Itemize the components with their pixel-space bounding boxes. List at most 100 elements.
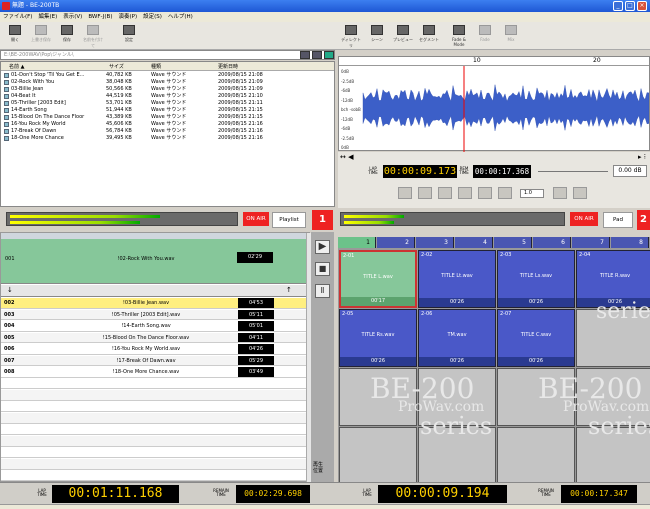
maximize-button[interactable]: □ (625, 1, 635, 11)
pad-tab[interactable]: 3 (416, 237, 454, 248)
pad-tab[interactable]: 6 (533, 237, 571, 248)
open-button[interactable]: 開く (4, 24, 26, 48)
fade-out-icon[interactable] (573, 187, 587, 199)
pad-tab[interactable]: 8 (611, 237, 649, 248)
empty-row[interactable] (1, 447, 306, 458)
gain-slider[interactable] (538, 171, 608, 172)
prev-icon[interactable] (398, 187, 412, 199)
pad-card[interactable]: 2-06 TM.wav 00'26 (418, 309, 496, 367)
zoom-arrows-icon[interactable]: ↔ ◀ (340, 153, 353, 161)
empty-pad[interactable] (418, 427, 496, 485)
empty-pad[interactable] (497, 427, 575, 485)
fade-mode-button[interactable]: Fade & Mode (448, 24, 470, 48)
empty-row[interactable] (1, 470, 306, 481)
col-date[interactable]: 更新日時 (218, 63, 238, 70)
pad-tab[interactable]: 4 (455, 237, 493, 248)
play-icon[interactable] (438, 187, 452, 199)
playlist-row[interactable]: 006 !16-You Rock My World.wav 04'26 (1, 344, 306, 355)
menu-edit[interactable]: 編集(E) (35, 12, 60, 22)
on-air-button-right[interactable]: ON AIR (570, 212, 598, 226)
menu-file[interactable]: ファイル(F) (0, 12, 35, 22)
preview-button[interactable]: プレビュー (392, 24, 414, 48)
pad-card[interactable]: 2-05 TITLE Rs.wav 00'26 (339, 309, 417, 367)
pad-card[interactable]: 2-01 TITLE L.wav 00'17 (339, 250, 417, 308)
pad-tab[interactable]: 5 (494, 237, 532, 248)
playlist-row[interactable]: 007 !17-Break Of Dawn.wav 05'29 (1, 355, 306, 366)
pause-button[interactable]: Ⅱ (315, 284, 330, 298)
playlist-row[interactable]: 008 !18-One More Chance.wav 03'49 (1, 367, 306, 378)
menu-bwf[interactable]: BWF-J(B) (85, 12, 115, 22)
fade-in-icon[interactable] (553, 187, 567, 199)
directory-button[interactable]: ディレクトリ (340, 24, 362, 48)
menu-settings[interactable]: 設定(S) (140, 12, 165, 22)
file-row[interactable]: 02-Rock With You 38,048 KB Wave サウンド 200… (1, 79, 334, 86)
pad-tab[interactable]: 7 (572, 237, 610, 248)
file-row[interactable]: 17-Break Of Dawn 56,784 KB Wave サウンド 200… (1, 128, 334, 135)
file-row[interactable]: 04-Beat It 44,519 KB Wave サウンド 2009/08/1… (1, 93, 334, 100)
playlist-row[interactable]: 004 !14-Earth Song.wav 05'01 (1, 321, 306, 332)
segment-button[interactable]: セグメント (418, 24, 440, 48)
pad-tab[interactable]: 1 (338, 237, 376, 248)
col-type[interactable]: 種類 (151, 63, 161, 70)
empty-pad[interactable] (339, 427, 417, 485)
playlist-row[interactable]: 003 !05-Thriller [2003 Edit].wav 05'11 (1, 309, 306, 320)
mark-out-icon[interactable] (498, 187, 512, 199)
menu-help[interactable]: ヘルプ(H) (165, 12, 196, 22)
scene-button[interactable]: シーン (366, 24, 388, 48)
stop-button[interactable]: ■ (315, 262, 330, 276)
empty-pad[interactable] (576, 368, 650, 426)
play-button[interactable]: ▶ (315, 240, 330, 254)
gain-field[interactable]: 0.00 dB (613, 165, 647, 177)
empty-row[interactable] (1, 424, 306, 435)
fade-button[interactable]: Fade (474, 24, 496, 48)
playlist-button[interactable]: Playlist (272, 212, 306, 228)
menu-play[interactable]: 演奏(P) (115, 12, 140, 22)
col-name[interactable]: 名前 ▲ (9, 63, 24, 70)
save-as-button[interactable]: 名前を付けて (82, 24, 104, 48)
empty-pad[interactable] (418, 368, 496, 426)
waveform-view[interactable]: 10 20 0dB -2.5dB -6dB -12dB bch -sobB -12dB -6… (338, 56, 650, 152)
pad-card[interactable]: 2-04 TITLE R.wav 00'26 (576, 250, 650, 308)
view-list-icon[interactable] (312, 51, 322, 59)
overwrite-button[interactable]: 上書き保存 (30, 24, 52, 48)
empty-row[interactable] (1, 459, 306, 470)
empty-row[interactable] (1, 390, 306, 401)
empty-row[interactable] (1, 401, 306, 412)
folder-up-icon[interactable] (300, 51, 310, 59)
empty-pad[interactable] (576, 427, 650, 485)
empty-pad[interactable] (339, 368, 417, 426)
file-row[interactable]: 15-Blood On The Dance Floor 43,389 KB Wa… (1, 114, 334, 121)
speed-field[interactable]: 1.0 (520, 189, 544, 198)
empty-pad[interactable] (497, 368, 575, 426)
file-row[interactable]: 18-One More Chance 39,495 KB Wave サウンド 2… (1, 135, 334, 142)
file-row[interactable]: 03-Billie Jean 50,566 KB Wave サウンド 2009/… (1, 86, 334, 93)
close-button[interactable]: × (637, 1, 647, 11)
file-row[interactable]: 14-Earth Song 51,944 KB Wave サウンド 2009/0… (1, 107, 334, 114)
menu-view[interactable]: 表示(V) (60, 12, 85, 22)
settings-button[interactable]: 設定 (118, 24, 140, 48)
pad-card[interactable]: 2-07 TITLE C.wav 00'26 (497, 309, 575, 367)
empty-pad[interactable] (576, 309, 650, 367)
empty-row[interactable] (1, 378, 306, 389)
arrow-up-icon[interactable]: ↑ (286, 286, 292, 294)
empty-row[interactable] (1, 436, 306, 447)
path-field[interactable]: E:\BE-200WAV\Pop\ジャンル\ (0, 50, 335, 60)
pad-card[interactable]: 2-03 TITLE Ls.wav 00'26 (497, 250, 575, 308)
stop-icon[interactable] (458, 187, 472, 199)
playlist-row[interactable]: 002 !03-Billie Jean.wav 04'53 (1, 298, 306, 309)
empty-row[interactable] (1, 413, 306, 424)
file-row[interactable]: 05-Thriller [2003 Edit] 53,701 KB Wave サ… (1, 100, 334, 107)
playlist-row[interactable]: 005 !15-Blood On The Dance Floor.wav 04'… (1, 332, 306, 343)
save-button[interactable]: 保存 (56, 24, 78, 48)
scroll-right-icon[interactable]: ▸ ⁝ (638, 153, 646, 161)
pad-card[interactable]: 2-02 TITLE Lt.wav 00'26 (418, 250, 496, 308)
arrow-down-icon[interactable]: ↓ (7, 286, 13, 294)
current-track[interactable]: 001 !02-Rock With You.wav 02'29 (1, 239, 306, 284)
refresh-icon[interactable] (324, 51, 334, 59)
pad-tab[interactable]: 2 (377, 237, 415, 248)
mix-button[interactable]: Mix (500, 24, 522, 48)
mark-in-icon[interactable] (418, 187, 432, 199)
file-row[interactable]: 16-You Rock My World 45,606 KB Wave サウンド… (1, 121, 334, 128)
loop-icon[interactable] (478, 187, 492, 199)
file-row[interactable]: 01-Don't Stop 'Til You Get E... 40,782 K… (1, 72, 334, 79)
